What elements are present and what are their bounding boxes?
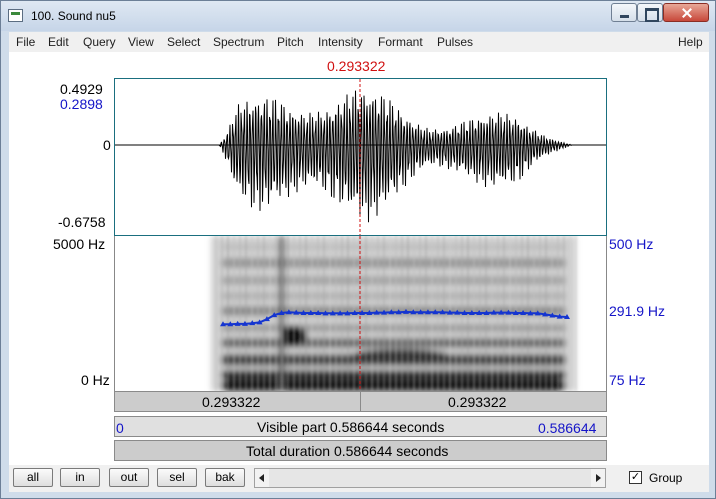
title-bar[interactable]: 100. Sound nu5 [1,1,715,31]
spectrogram-bottom-freq-label: 0 Hz [81,372,110,388]
zoom-back-button[interactable]: bak [205,468,245,487]
waveform-zero-label: 0 [103,137,111,153]
pitch-bottom-label: 75 Hz [609,372,646,388]
maximize-button[interactable] [637,3,663,22]
sound-editor-area: 0.293322 0.4929 0.2898 0 -0.6758 5000 Hz… [9,52,709,465]
menu-bar: File Edit Query View Select Spectrum Pit… [9,32,709,52]
menu-spectrum[interactable]: Spectrum [213,35,264,49]
menu-formant[interactable]: Formant [378,35,423,49]
selection-time-bar[interactable]: 0.293322 0.293322 [114,391,607,412]
waveform-min-label: -0.6758 [58,214,106,230]
menu-help[interactable]: Help [678,35,703,49]
waveform-panel[interactable] [114,78,607,236]
selection-left-segment: 0.293322 [202,394,261,410]
visible-start-label: 0 [116,420,124,436]
horizontal-scrollbar[interactable] [254,468,606,488]
minimize-button[interactable] [611,3,637,22]
menu-file[interactable]: File [16,35,35,49]
visible-end-label: 0.586644 [538,420,597,436]
waveform-cursor-value-label: 0.2898 [60,96,103,112]
menu-edit[interactable]: Edit [48,35,69,49]
selection-right-segment: 0.293322 [448,394,507,410]
group-label: Group [649,471,683,485]
zoom-in-button[interactable]: in [60,468,100,487]
app-icon[interactable] [8,9,23,22]
menu-query[interactable]: Query [83,35,116,49]
scroll-left-arrow-icon[interactable] [255,469,269,487]
menu-pulses[interactable]: Pulses [437,35,473,49]
zoom-out-button[interactable]: out [109,468,149,487]
waveform-plot [115,79,606,235]
segment-divider [360,392,361,411]
visible-part-text: Visible part 0.586644 seconds [257,419,445,435]
cursor-time-label: 0.293322 [327,58,386,74]
window-title: 100. Sound nu5 [31,9,116,23]
zoom-all-button[interactable]: all [13,468,53,487]
spectrogram-top-freq-label: 5000 Hz [53,236,106,252]
pitch-top-label: 500 Hz [609,236,654,252]
scroll-right-arrow-icon[interactable] [591,469,605,487]
menu-view[interactable]: View [128,35,154,49]
group-checkbox[interactable]: ✓ [629,471,642,484]
menu-intensity[interactable]: Intensity [318,35,363,49]
pitch-current-label: 291.9 Hz [609,303,666,319]
total-duration-bar[interactable]: Total duration 0.586644 seconds [114,440,607,461]
visible-part-bar[interactable]: Visible part 0.586644 seconds [114,416,607,437]
close-button[interactable] [663,3,709,22]
menu-select[interactable]: Select [167,35,200,49]
spectrogram-panel[interactable] [114,236,607,391]
total-duration-text: Total duration 0.586644 seconds [246,443,449,459]
spectrogram-plot [211,236,577,391]
waveform-max-label: 0.4929 [60,81,103,97]
bottom-toolbar: all in out sel bak ✓ Group [9,465,709,492]
menu-pitch[interactable]: Pitch [277,35,304,49]
zoom-selection-button[interactable]: sel [157,468,197,487]
praat-sound-window: 100. Sound nu5 File Edit Query View Sele… [0,0,716,499]
